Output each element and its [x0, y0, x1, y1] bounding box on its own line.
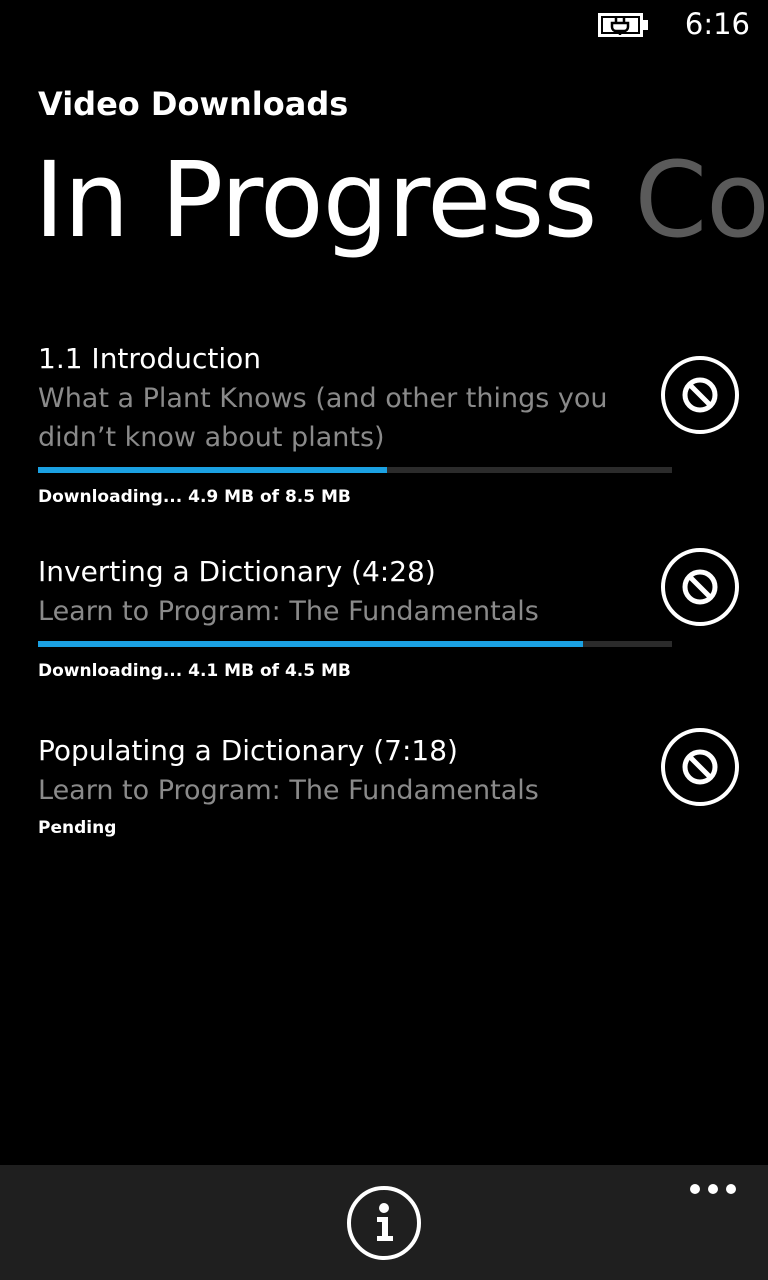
download-status: Downloading... 4.1 MB of 4.5 MB	[38, 661, 351, 681]
app-bar	[0, 1165, 768, 1280]
cancel-icon	[661, 728, 739, 806]
pivot-completed[interactable]: Co	[634, 130, 768, 270]
cancel-icon	[661, 356, 739, 434]
download-progress-fill	[38, 467, 387, 473]
info-button[interactable]	[346, 1185, 422, 1261]
cancel-icon	[661, 548, 739, 626]
download-title: Inverting a Dictionary (4:28)	[38, 555, 436, 588]
more-options-button[interactable]	[688, 1179, 738, 1199]
more-dots-icon	[690, 1184, 736, 1194]
cancel-button[interactable]	[660, 355, 740, 435]
status-bar: 6:16	[0, 0, 768, 50]
cancel-button[interactable]	[660, 727, 740, 807]
app-title: Video Downloads	[38, 85, 349, 123]
download-item[interactable]: Populating a Dictionary (7:18) Learn to …	[38, 731, 748, 840]
status-time: 6:16	[684, 7, 750, 41]
download-progress-bar	[38, 641, 672, 647]
download-subtitle: What a Plant Knows (and other things you…	[38, 383, 608, 453]
pivot-in-progress[interactable]: In Progress	[34, 130, 597, 270]
download-status: Downloading... 4.9 MB of 8.5 MB	[38, 487, 351, 507]
pivot-header: In Progress Co	[34, 130, 768, 270]
download-item[interactable]: Inverting a Dictionary (4:28) Learn to P…	[38, 552, 748, 683]
download-title: 1.1 Introduction	[38, 342, 261, 375]
download-status: Pending	[38, 818, 117, 838]
download-title: Populating a Dictionary (7:18)	[38, 734, 458, 767]
download-subtitle: Learn to Program: The Fundamentals	[38, 775, 539, 806]
download-progress-fill	[38, 641, 584, 647]
cancel-button[interactable]	[660, 547, 740, 627]
download-progress-bar	[38, 467, 672, 473]
download-item[interactable]: 1.1 Introduction What a Plant Knows (and…	[38, 339, 748, 509]
info-icon	[347, 1186, 421, 1260]
battery-charging-icon	[598, 13, 650, 37]
download-subtitle: Learn to Program: The Fundamentals	[38, 596, 539, 627]
